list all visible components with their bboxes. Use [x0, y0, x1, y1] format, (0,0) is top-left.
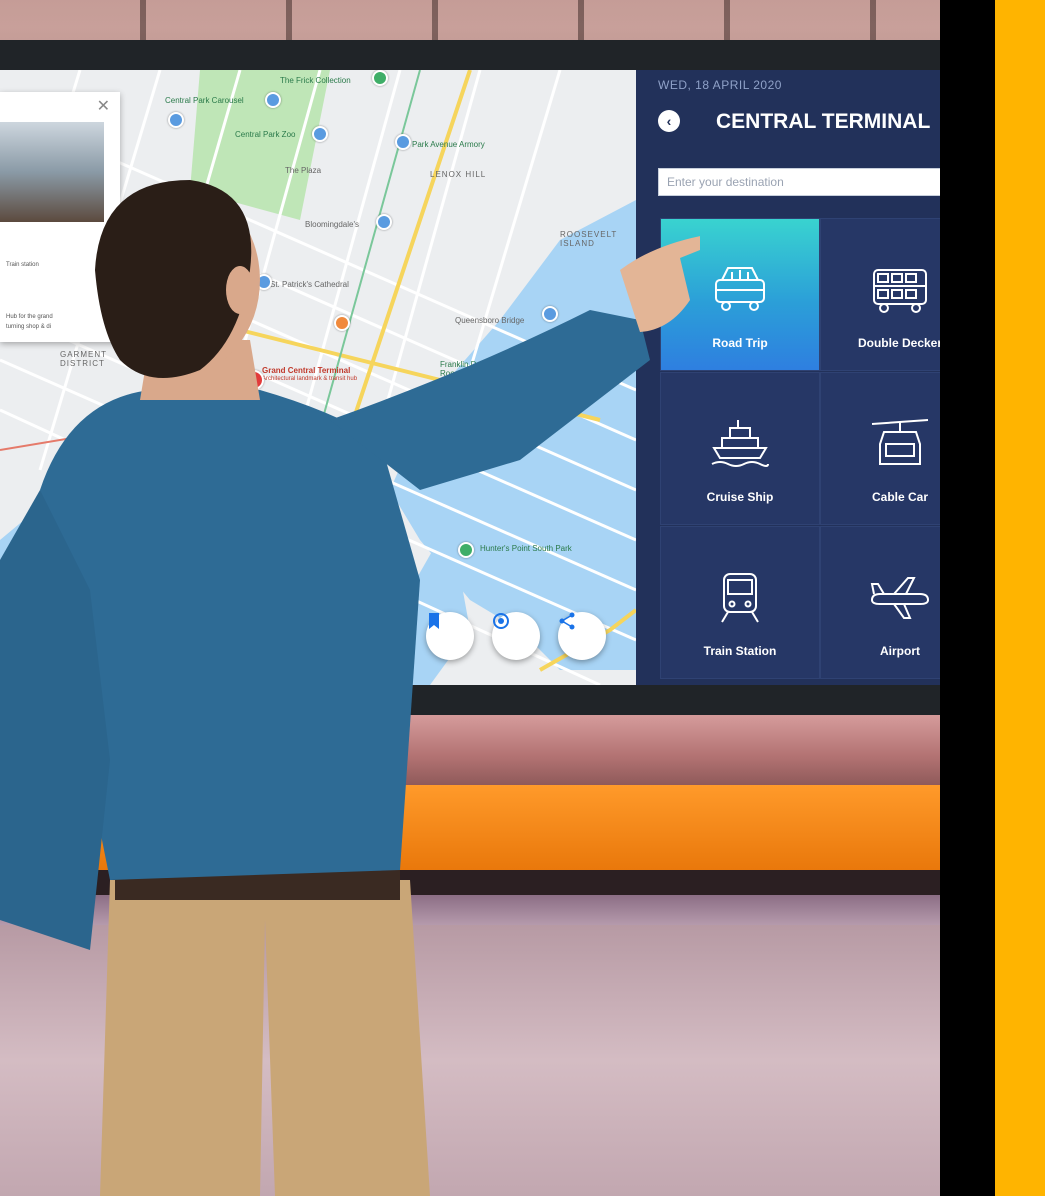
tile-label: Train Station [703, 644, 777, 658]
date-label: WED, 18 APRIL 2020 [658, 78, 782, 92]
tile-label: Road Trip [712, 336, 768, 350]
tile-label: Cruise Ship [706, 490, 774, 504]
tile-label: Airport [880, 644, 920, 658]
map-pin[interactable] [395, 134, 411, 150]
map-label-armory: Park Avenue Armory [412, 140, 485, 149]
close-icon[interactable]: ✕ [97, 96, 110, 116]
tile-label: Cable Car [871, 490, 929, 504]
cruise-ship-icon [711, 420, 769, 467]
ceiling-slats [0, 0, 1045, 40]
map-pin[interactable] [312, 126, 328, 142]
map-label-zoo: Central Park Zoo [235, 130, 296, 139]
destination-input[interactable] [659, 169, 945, 195]
map-pin[interactable] [372, 70, 388, 86]
map-pin[interactable] [168, 112, 184, 128]
tile-cable-car[interactable]: Cable Car [820, 372, 945, 525]
back-button[interactable]: ‹ [658, 110, 680, 132]
bus-icon [715, 267, 765, 311]
frame-yellow-border [995, 0, 1045, 1196]
tile-airport[interactable]: Airport [820, 526, 945, 679]
tile-label: Double Decker [857, 336, 943, 350]
map-pin[interactable] [265, 92, 281, 108]
page-title: CENTRAL TERMINAL [716, 110, 931, 133]
destination-search[interactable] [658, 168, 945, 196]
scene: The Frick Collection Central Park Carous… [0, 0, 1045, 1196]
map-label-frick: The Frick Collection [280, 76, 351, 85]
airplane-icon [870, 577, 930, 619]
cable-car-icon [871, 419, 929, 465]
train-icon [721, 573, 759, 623]
person-figure [0, 180, 700, 1196]
tile-double-decker[interactable]: Double Decker [820, 218, 945, 371]
map-label-carousel: Central Park Carousel [165, 96, 244, 105]
double-decker-icon [873, 269, 927, 313]
back-arrow-icon: ‹ [666, 113, 672, 129]
